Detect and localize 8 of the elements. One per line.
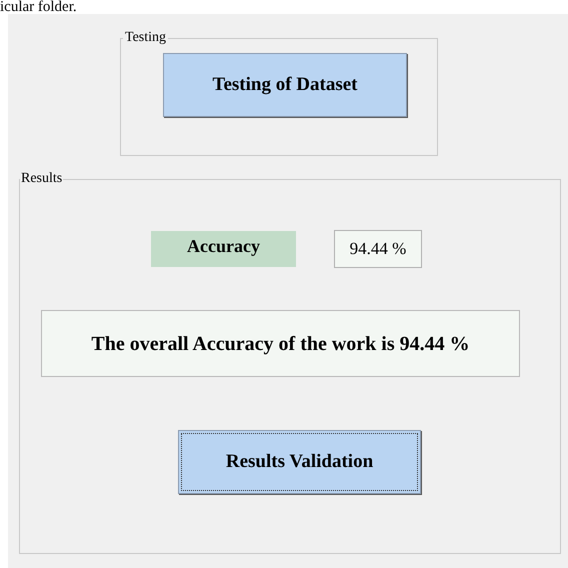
document-text: icular folder.	[0, 0, 77, 14]
results-validation-button[interactable]: Results Validation	[178, 430, 421, 494]
result-message: The overall Accuracy of the work is 94.44 %	[41, 310, 520, 377]
testing-button[interactable]: Testing of Dataset	[163, 53, 407, 117]
accuracy-value: 94.44 %	[334, 230, 422, 268]
group-title: Results	[20, 172, 64, 186]
group-title: Testing	[124, 31, 168, 45]
accuracy-label: Accuracy	[151, 231, 296, 267]
